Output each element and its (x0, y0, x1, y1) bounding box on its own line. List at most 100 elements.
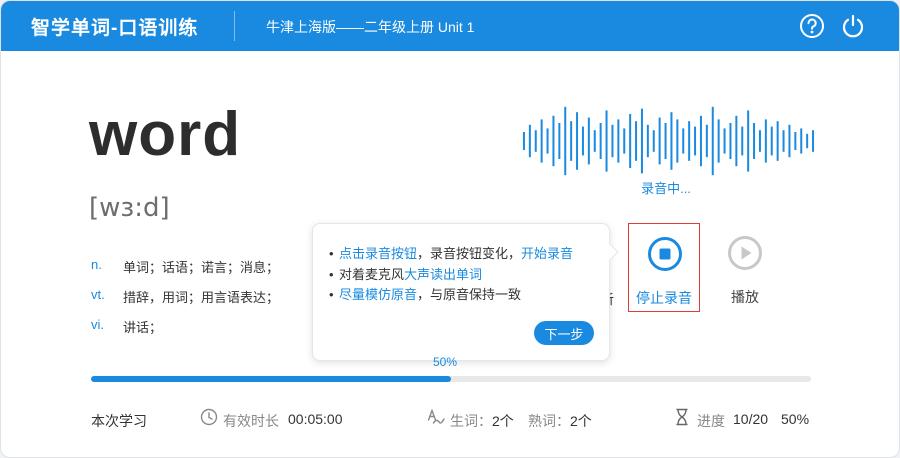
tooltip-arrow (601, 243, 619, 261)
progress-label: 进度 (697, 413, 725, 429)
waveform-bar (800, 128, 803, 154)
waveform-bar (528, 124, 531, 158)
next-step-button[interactable]: 下一步 (534, 321, 594, 345)
waveform-bar (729, 123, 732, 159)
part-of-speech: vi. (91, 317, 104, 332)
waveform-bar (611, 124, 614, 158)
progress-bar-fill (91, 376, 451, 382)
waveform-bar (764, 119, 767, 163)
definition-text: 讲话； (123, 320, 163, 335)
waveform-bar (806, 133, 809, 149)
waveform-bar (629, 114, 632, 168)
word-text: word (89, 100, 242, 169)
waveform-bar (788, 124, 791, 158)
waveform-bar (723, 128, 726, 154)
waveform-bar (711, 106, 714, 176)
waveform-bar (576, 112, 579, 170)
spell-check-icon (427, 408, 445, 424)
play-button[interactable]: 播放 (709, 223, 781, 312)
waveform-bar (564, 106, 567, 176)
waveform-bar (705, 124, 708, 158)
waveform-bar (581, 126, 584, 156)
stop-record-icon (648, 237, 682, 271)
tooltip-line: • 对着麦克风大声读出单词 (329, 264, 482, 283)
part-of-speech: vt. (91, 287, 105, 302)
waveform-bar (688, 121, 691, 161)
part-of-speech: n. (91, 257, 102, 272)
waveform-bar (682, 128, 685, 154)
new-words-label: 生词： (450, 413, 492, 429)
familiar-words-value: 2个 (570, 413, 592, 429)
waveform-bar (747, 110, 750, 172)
book-info: 牛津上海版——二年级上册 Unit 1 (266, 19, 475, 35)
waveform-bar (540, 119, 543, 163)
hourglass-icon (676, 408, 688, 426)
recording-status: 录音中... (641, 181, 691, 196)
waveform-bar (623, 128, 626, 154)
play-icon (728, 236, 762, 270)
waveform-bar (770, 126, 773, 156)
waveform-bar (753, 123, 756, 159)
waveform-bar (522, 132, 525, 150)
waveform-bar (546, 128, 549, 154)
waveform-bar (782, 130, 785, 152)
stop-recording-label: 停止录音 (636, 290, 692, 306)
waveform-bar (699, 115, 702, 167)
bullet: • (329, 267, 334, 282)
progress-percent-label: 50% (433, 355, 458, 369)
waveform-bar (758, 130, 761, 152)
header-bar: 智学单词-口语训练 牛津上海版——二年级上册 Unit 1 (1, 1, 899, 51)
waveform-bar (812, 130, 815, 152)
new-words-value: 2个 (492, 413, 514, 429)
waveform-bar (694, 126, 697, 156)
tooltip-text: ，与原音保持一致 (417, 287, 522, 302)
waveform-bar (658, 117, 661, 165)
waveform-bar (587, 117, 590, 165)
waveform-bar (676, 119, 679, 163)
waveform-bar (794, 132, 797, 150)
duration-value: 00:05:00 (288, 411, 343, 427)
duration-label: 有效时长 (223, 413, 279, 429)
definition-text: 措辞，用词；用言语表达； (123, 290, 280, 305)
waveform-bar (617, 119, 620, 163)
progress-bar (91, 376, 811, 382)
tooltip-highlight: 开始录音 (521, 246, 574, 261)
waveform-bar (640, 108, 643, 174)
app-window: 智学单词-口语训练 牛津上海版——二年级上册 Unit 1 word [wɜ:d… (0, 0, 900, 458)
stop-recording-button[interactable]: 停止录音 (628, 223, 700, 312)
waveform-bar (552, 115, 555, 167)
tooltip-line: • 点击录音按钮，录音按钮变化，开始录音 (329, 243, 573, 262)
app-title: 智学单词-口语训练 (31, 18, 199, 39)
waveform-bar (534, 130, 537, 152)
play-label: 播放 (731, 289, 759, 305)
help-circle-icon[interactable] (799, 13, 825, 39)
waveform-bar (717, 119, 720, 163)
waveform-bar (741, 126, 744, 156)
waveform-bar (776, 121, 779, 161)
waveform-bar (652, 130, 655, 152)
waveform-bar (570, 121, 573, 161)
waveform-bar (670, 112, 673, 170)
waveform-bar (635, 121, 638, 161)
tooltip-line: • 尽量模仿原音，与原音保持一致 (329, 284, 521, 303)
word-phonetic: [wɜ:d] (89, 193, 170, 223)
waveform-bar (605, 110, 608, 172)
tooltip-highlight: 尽量模仿原音 (339, 287, 418, 302)
session-label: 本次学习 (91, 413, 147, 429)
waveform-bar (593, 130, 596, 152)
clock-icon (200, 408, 218, 426)
guide-tooltip: • 点击录音按钮，录音按钮变化，开始录音 • 对着麦克风大声读出单词 • 尽量模仿原音… (312, 223, 619, 361)
progress-value: 10/20 (733, 411, 769, 427)
power-icon[interactable] (840, 13, 866, 39)
waveform-bar (735, 115, 738, 167)
audio-waveform (522, 106, 815, 176)
tooltip-highlight: 大声读出单词 (404, 267, 483, 282)
familiar-words-label: 熟词： (528, 413, 570, 429)
bullet: • (329, 287, 334, 302)
tooltip-text: ，录音按钮变化， (417, 246, 522, 261)
waveform-bar (646, 124, 649, 158)
header-divider (234, 11, 235, 41)
waveform-bar (664, 123, 667, 159)
waveform-bar (558, 123, 561, 159)
tooltip-text: 对着麦克风 (339, 267, 405, 282)
